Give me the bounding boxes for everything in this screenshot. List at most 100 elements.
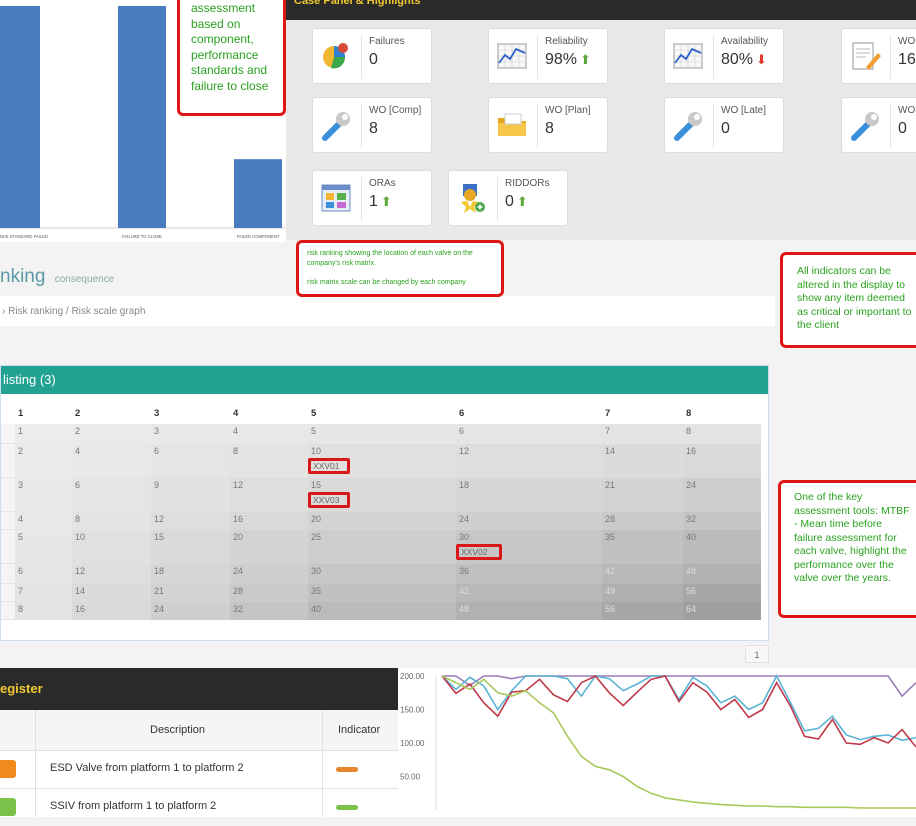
- register-row[interactable]: ESD Valve from platform 1 to platform 2: [0, 750, 398, 788]
- valve-marker-xxv01[interactable]: XXV01: [308, 458, 350, 474]
- folder-icon: [495, 108, 529, 142]
- kpi-value: 80% ⬇: [721, 51, 767, 69]
- risk-listing-panel: listing (3) 1 2 3 4 5 6 7 8 1 2 3 4 5 6 7 8 2 4 6 8 10 12 14 16…: [0, 365, 769, 641]
- valve-marker-xxv03[interactable]: XXV03: [308, 492, 350, 508]
- matrix-cell: 56: [602, 602, 683, 620]
- dashboard-icon: [319, 181, 353, 215]
- kpi-divider: [890, 35, 891, 79]
- column-header-description[interactable]: Description: [150, 724, 205, 736]
- status-badge: [0, 798, 16, 816]
- matrix-cell: 4: [230, 424, 308, 444]
- matrix-cell: 15: [151, 530, 230, 564]
- y-tick-label: 150.00: [400, 706, 425, 715]
- matrix-column-header: 4: [233, 408, 239, 419]
- register-row[interactable]: SSIV from platform 1 to platform 2: [0, 788, 398, 826]
- matrix-cell: 12: [230, 478, 308, 512]
- kpi-label: WO [: [898, 36, 916, 47]
- valve-marker-xxv02[interactable]: XXV02: [456, 544, 502, 560]
- matrix-cell: 42: [456, 584, 602, 602]
- matrix-cell: 49: [602, 584, 683, 602]
- kpi-label: WO [: [898, 105, 916, 116]
- page-subtitle: consequence: [54, 274, 115, 285]
- matrix-cell: 20: [230, 530, 308, 564]
- matrix-cell: 12: [72, 564, 151, 584]
- listing-header: listing (3): [1, 366, 768, 394]
- matrix-cell: 6: [456, 424, 602, 444]
- matrix-cell: 3: [15, 478, 72, 512]
- kpi-value: 0: [898, 120, 907, 138]
- matrix-cell: 20: [308, 512, 456, 530]
- kpi-divider: [537, 35, 538, 79]
- matrix-column-header: 3: [154, 408, 160, 419]
- matrix-row-start: [1, 424, 15, 444]
- kpi-value-text: 16: [898, 51, 916, 68]
- kpi-card-wo[interactable]: WO [ 0: [841, 97, 916, 153]
- kpi-divider: [713, 35, 714, 79]
- callout-matrix-line2: risk matrix scale can be changed by each…: [307, 279, 466, 286]
- kpi-value: 16: [898, 51, 916, 69]
- matrix-cell: 56: [683, 584, 761, 602]
- wrench-icon: [671, 108, 705, 142]
- matrix-cell: 24: [683, 478, 761, 512]
- kpi-divider: [890, 104, 891, 148]
- callout-indicators: All indicators can be altered in the dis…: [780, 252, 916, 348]
- callout-assessment: assessment based on component, performan…: [177, 0, 286, 116]
- kpi-label: WO [Plan]: [545, 105, 591, 116]
- column-header-indicator[interactable]: Indicator: [338, 724, 380, 736]
- line-chart-svg: 200.00 150.00 100.00 50.00: [400, 672, 916, 810]
- bar-category-label: PERFORMANCE STANDARD FAILED: [0, 234, 48, 239]
- kpi-value-text: 80%: [721, 51, 754, 68]
- row-divider: [0, 788, 398, 789]
- matrix-row-start: [1, 602, 15, 620]
- matrix-column-header: 2: [75, 408, 81, 419]
- kpi-card-failures[interactable]: Failures 0: [312, 28, 432, 84]
- matrix-cell: 24: [456, 512, 602, 530]
- matrix-cell: 35: [602, 530, 683, 564]
- line-graph-icon: [495, 39, 529, 73]
- matrix-column-header: 8: [686, 408, 692, 419]
- wrench-icon: [848, 108, 882, 142]
- matrix-column-header: 7: [605, 408, 611, 419]
- matrix-cell: 35: [308, 584, 456, 602]
- kpi-value-text: 0: [721, 120, 730, 137]
- page-title-text: nking: [0, 266, 46, 287]
- matrix-cell: 48: [683, 564, 761, 584]
- kpi-value-text: 1: [369, 193, 378, 210]
- kpi-card-wo-comp[interactable]: WO [Comp] 8: [312, 97, 432, 153]
- matrix-cell: 25: [308, 530, 456, 564]
- matrix-cell: 64: [683, 602, 761, 620]
- mtbf-line-chart: 200.00 150.00 100.00 50.00: [398, 668, 916, 817]
- kpi-value: 0: [369, 51, 378, 69]
- indicator-bar: [336, 805, 358, 810]
- kpi-value-text: 8: [369, 120, 378, 137]
- matrix-cell: 6: [151, 444, 230, 478]
- kpi-value-text: 98%: [545, 51, 578, 68]
- matrix-cell: 40: [683, 530, 761, 564]
- kpi-divider: [361, 177, 362, 221]
- bar-3: [234, 159, 282, 228]
- kpi-card-wo-plan[interactable]: WO [Plan] 8: [488, 97, 608, 153]
- award-star-icon: [455, 181, 489, 215]
- kpi-card-wo-late[interactable]: WO [Late] 0: [664, 97, 784, 153]
- status-badge: [0, 760, 16, 778]
- kpi-value: 0 ⬆: [505, 193, 528, 211]
- matrix-cell: 2: [72, 424, 151, 444]
- kpi-card-reliability[interactable]: Reliability 98% ⬆: [488, 28, 608, 84]
- kpi-label: Reliability: [545, 36, 588, 47]
- matrix-cell: 42: [602, 564, 683, 584]
- kpi-card-oras[interactable]: ORAs 1 ⬆: [312, 170, 432, 226]
- kpi-card-wo[interactable]: WO [ 16: [841, 28, 916, 84]
- kpi-card-availability[interactable]: Availability 80% ⬇: [664, 28, 784, 84]
- matrix-cell: 28: [602, 512, 683, 530]
- kpi-card-riddors[interactable]: RIDDORs 0 ⬆: [448, 170, 568, 226]
- bar-2: [118, 6, 166, 228]
- matrix-cell: 21: [151, 584, 230, 602]
- breadcrumb[interactable]: › Risk ranking / Risk scale graph: [0, 296, 775, 326]
- register-header: egister: [0, 668, 398, 710]
- matrix-cell: 48: [456, 602, 602, 620]
- matrix-cell: 40: [308, 602, 456, 620]
- pagination-page-1[interactable]: 1: [745, 645, 769, 663]
- matrix-cell: 14: [602, 444, 683, 478]
- matrix-cell: 8: [15, 602, 72, 620]
- matrix-cell: 24: [230, 564, 308, 584]
